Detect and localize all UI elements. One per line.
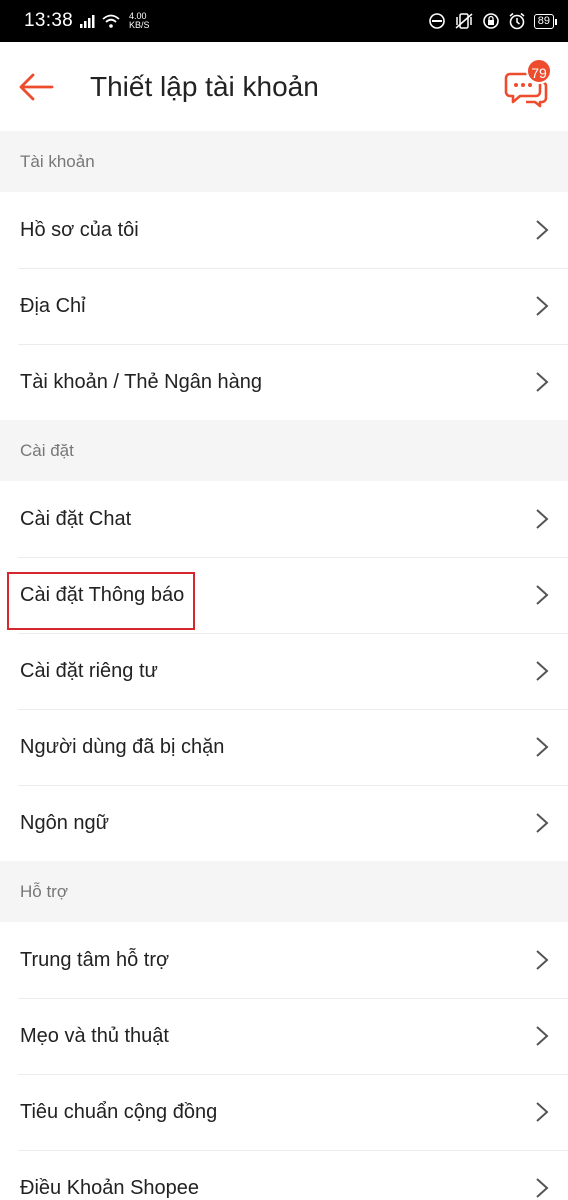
chat-badge: 79 [526,58,552,84]
chevron-right-icon [536,1178,549,1198]
row-blocked-users[interactable]: Người dùng đã bị chặn [0,709,568,785]
row-label: Người dùng đã bị chặn [20,735,225,758]
chevron-right-icon [536,1026,549,1046]
chevron-right-icon [536,585,549,605]
row-chat-settings[interactable]: Cài đặt Chat [0,481,568,557]
row-notification-settings[interactable]: Cài đặt Thông báo [0,557,568,633]
row-label: Cài đặt riêng tư [20,659,158,682]
row-language[interactable]: Ngôn ngữ [0,785,568,861]
network-speed: 4.00 KB/S [129,12,150,30]
chevron-right-icon [536,1102,549,1122]
battery-icon: 89 [533,13,558,29]
arrow-left-icon [19,73,54,100]
row-tips-tricks[interactable]: Mẹo và thủ thuật [0,998,568,1074]
status-left: 13:38 4.00 KB/S [24,10,150,32]
alarm-icon [509,12,525,30]
vibrate-icon [455,13,473,29]
back-button[interactable] [0,42,90,131]
chevron-right-icon [536,372,549,392]
status-right: 89 [428,12,558,30]
row-address[interactable]: Địa Chỉ [0,268,568,344]
section-header-account: Tài khoản [0,131,568,192]
chevron-right-icon [536,509,549,529]
row-label: Hồ sơ của tôi [20,218,139,241]
app-header: Thiết lập tài khoản 79 [0,42,568,131]
signal-icon [80,15,95,28]
settings-list: Tài khoản Hồ sơ của tôi Địa Chỉ Tài khoả… [0,131,568,1200]
chevron-right-icon [536,661,549,681]
focus-mode-icon [428,13,445,29]
row-label: Trung tâm hỗ trợ [20,948,170,971]
chevron-right-icon [536,737,549,757]
speed-unit: KB/S [129,20,150,30]
row-shopee-terms[interactable]: Điều Khoản Shopee [0,1150,568,1200]
row-label: Ngôn ngữ [20,811,110,834]
status-time: 13:38 [24,10,74,31]
row-label: Cài đặt Chat [20,507,132,530]
chevron-right-icon [536,220,549,240]
chevron-right-icon [536,296,549,316]
row-label: Tiêu chuẩn cộng đồng [20,1100,218,1123]
row-label: Điều Khoản Shopee [20,1176,200,1199]
row-label: Cài đặt Thông báo [20,583,185,606]
row-privacy-settings[interactable]: Cài đặt riêng tư [0,633,568,709]
chat-button[interactable]: 79 [504,58,552,108]
page-title: Thiết lập tài khoản [90,70,319,102]
chevron-right-icon [536,813,549,833]
row-label: Tài khoản / Thẻ Ngân hàng [20,370,263,393]
section-header-support: Hỗ trợ [0,861,568,922]
status-bar: 13:38 4.00 KB/S 89 [0,0,568,42]
row-help-center[interactable]: Trung tâm hỗ trợ [0,922,568,998]
lock-rotation-icon [482,13,499,29]
chevron-right-icon [536,950,549,970]
row-label: Mẹo và thủ thuật [20,1024,169,1047]
row-my-profile[interactable]: Hồ sơ của tôi [0,192,568,268]
section-header-settings: Cài đặt [0,420,568,481]
row-bank-account[interactable]: Tài khoản / Thẻ Ngân hàng [0,344,568,420]
row-label: Địa Chỉ [20,294,86,317]
wifi-icon [102,14,120,28]
row-community-standards[interactable]: Tiêu chuẩn cộng đồng [0,1074,568,1150]
